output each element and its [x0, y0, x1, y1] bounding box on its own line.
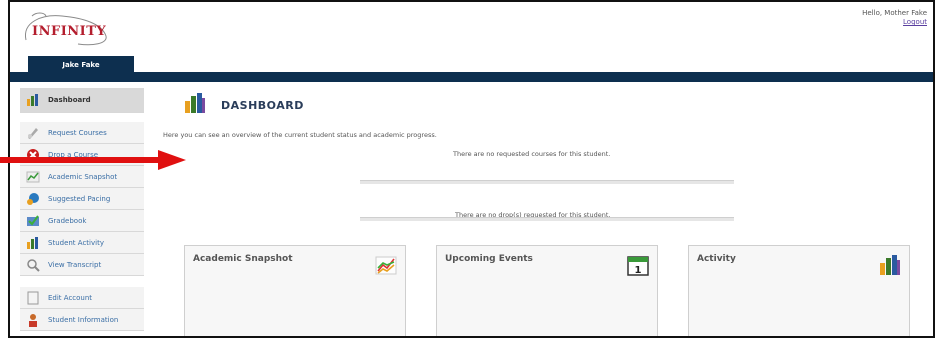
sidebar-item-student-information[interactable]: Student Information	[20, 309, 144, 331]
bar-chart-icon	[880, 255, 900, 275]
sidebar-item-label: Dashboard	[48, 96, 91, 104]
student-info-icon	[26, 313, 40, 327]
snapshot-icon	[26, 170, 40, 184]
no-requested-courses-message: There are no requested courses for this …	[453, 150, 611, 158]
sidebar-item-request-courses[interactable]: Request Courses	[20, 122, 144, 144]
sidebar-item-view-transcript[interactable]: View Transcript	[20, 254, 144, 276]
dashboard-icon	[185, 93, 205, 113]
sidebar-item-dashboard[interactable]: Dashboard	[20, 88, 144, 113]
academic-snapshot-panel[interactable]: Academic Snapshot	[184, 245, 406, 336]
logout-link[interactable]: Logout	[862, 18, 927, 27]
calendar-icon: 1	[627, 256, 649, 276]
sidebar-item-label: View Transcript	[48, 260, 102, 269]
chart-line-icon	[375, 256, 397, 275]
nav-bar	[10, 72, 933, 82]
transcript-icon	[26, 258, 40, 272]
sidebar-item-gradebook[interactable]: Gradebook	[20, 210, 144, 232]
sidebar-item-student-activity[interactable]: Student Activity	[20, 232, 144, 254]
panel-title: Activity	[697, 254, 736, 264]
sidebar-item-label: Gradebook	[48, 216, 87, 225]
activity-icon	[26, 236, 40, 250]
activity-panel[interactable]: Activity	[688, 245, 910, 336]
pacing-icon	[26, 192, 40, 206]
intro-text: Here you can see an overview of the curr…	[163, 131, 437, 139]
divider	[360, 217, 734, 221]
user-greeting: Hello, Mother Fake Logout	[862, 9, 927, 27]
page-title: DASHBOARD	[221, 99, 304, 112]
sidebar-item-label: Student Activity	[48, 238, 104, 247]
sidebar-item-edit-account[interactable]: Edit Account	[20, 287, 144, 309]
sidebar-item-label: Edit Account	[48, 293, 93, 302]
svg-text:1: 1	[635, 265, 642, 276]
upcoming-events-panel[interactable]: Upcoming Events 1	[436, 245, 658, 336]
red-arrow-annotation	[0, 150, 186, 170]
sidebar-item-label: Student Information	[48, 315, 119, 324]
dashboard-icon	[26, 93, 40, 107]
divider	[360, 180, 734, 184]
sidebar-item-label: Request Courses	[48, 128, 107, 137]
greeting-text: Hello, Mother Fake	[862, 9, 927, 17]
panel-title: Academic Snapshot	[193, 254, 293, 264]
logo-text: INFINITY	[32, 24, 107, 39]
logo[interactable]: INFINITY	[22, 10, 110, 48]
gradebook-icon	[26, 214, 40, 228]
sidebar: Dashboard Request Courses Drop a Course …	[20, 88, 144, 331]
sidebar-item-label: Academic Snapshot	[48, 172, 118, 181]
sidebar-item-suggested-pacing[interactable]: Suggested Pacing	[20, 188, 144, 210]
account-icon	[26, 291, 40, 305]
request-icon	[26, 126, 40, 140]
panel-title: Upcoming Events	[445, 254, 533, 264]
sidebar-item-label: Suggested Pacing	[48, 194, 111, 203]
